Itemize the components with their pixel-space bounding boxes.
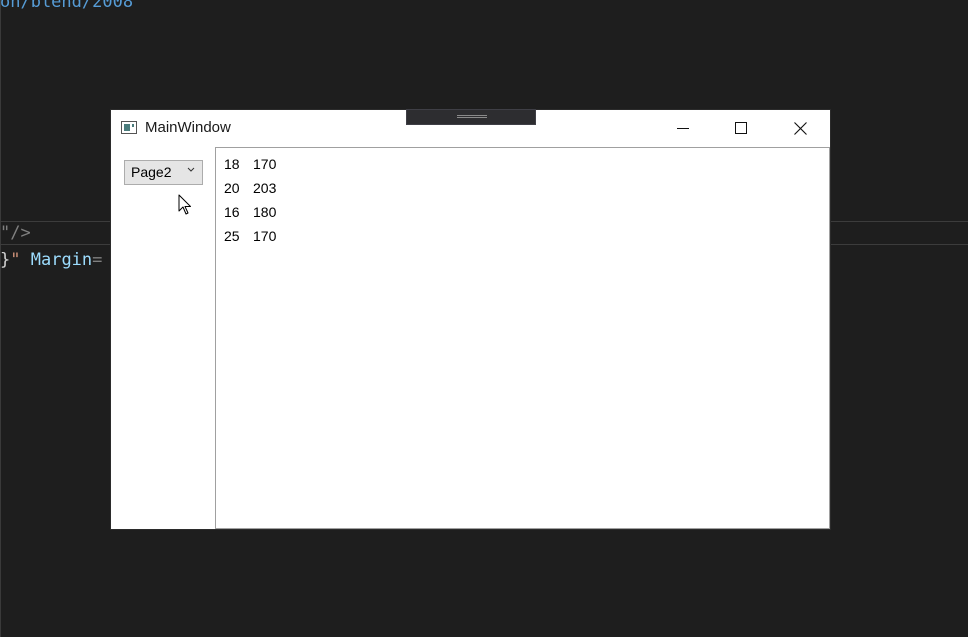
- age-cell: 25: [224, 228, 240, 244]
- list-item: 20 203: [224, 176, 293, 200]
- window-client-area: Page2 18 170 20 203 16 180 25 170: [111, 146, 830, 529]
- page-select-combobox[interactable]: Page2: [124, 160, 203, 185]
- page-select-value: Page2: [131, 164, 172, 180]
- close-button[interactable]: [771, 110, 829, 146]
- code-attr-margin: Margin: [20, 250, 93, 270]
- mouse-cursor-icon: [178, 194, 191, 215]
- close-icon: [793, 121, 807, 135]
- maximize-icon: [735, 122, 747, 134]
- page-frame: 18 170 20 203 16 180 25 170: [215, 147, 830, 529]
- code-brace: }: [0, 250, 11, 270]
- age-cell: 20: [224, 180, 240, 196]
- height-cell: 203: [253, 180, 277, 196]
- minimize-icon: [677, 128, 689, 129]
- list-item: 16 180: [224, 200, 293, 224]
- main-window: MainWindow Page2 18 170 20 203 16 180 25…: [111, 109, 830, 529]
- height-cell: 170: [253, 156, 277, 172]
- chevron-down-icon: [187, 167, 195, 172]
- window-app-icon: [121, 121, 137, 134]
- editor-edge: [0, 0, 1, 637]
- drag-handle-grip-icon[interactable]: [406, 109, 536, 125]
- list-item: 18 170: [224, 152, 293, 176]
- height-cell: 170: [253, 228, 277, 244]
- code-line-namespace: on/blend/2008: [0, 0, 134, 12]
- maximize-button[interactable]: [712, 110, 770, 146]
- code-line-close-tag: "/>: [0, 223, 31, 243]
- list-item: 25 170: [224, 224, 293, 248]
- height-cell: 180: [253, 204, 277, 220]
- code-equals: =: [92, 250, 103, 270]
- title-bar[interactable]: MainWindow: [111, 109, 830, 146]
- age-cell: 18: [224, 156, 240, 172]
- window-title: MainWindow: [145, 119, 231, 136]
- data-list: 18 170 20 203 16 180 25 170: [224, 152, 293, 248]
- minimize-button[interactable]: [654, 110, 712, 146]
- age-cell: 16: [224, 204, 240, 220]
- code-quote: ": [10, 250, 21, 270]
- code-line-margin: }" Margin=: [0, 250, 102, 270]
